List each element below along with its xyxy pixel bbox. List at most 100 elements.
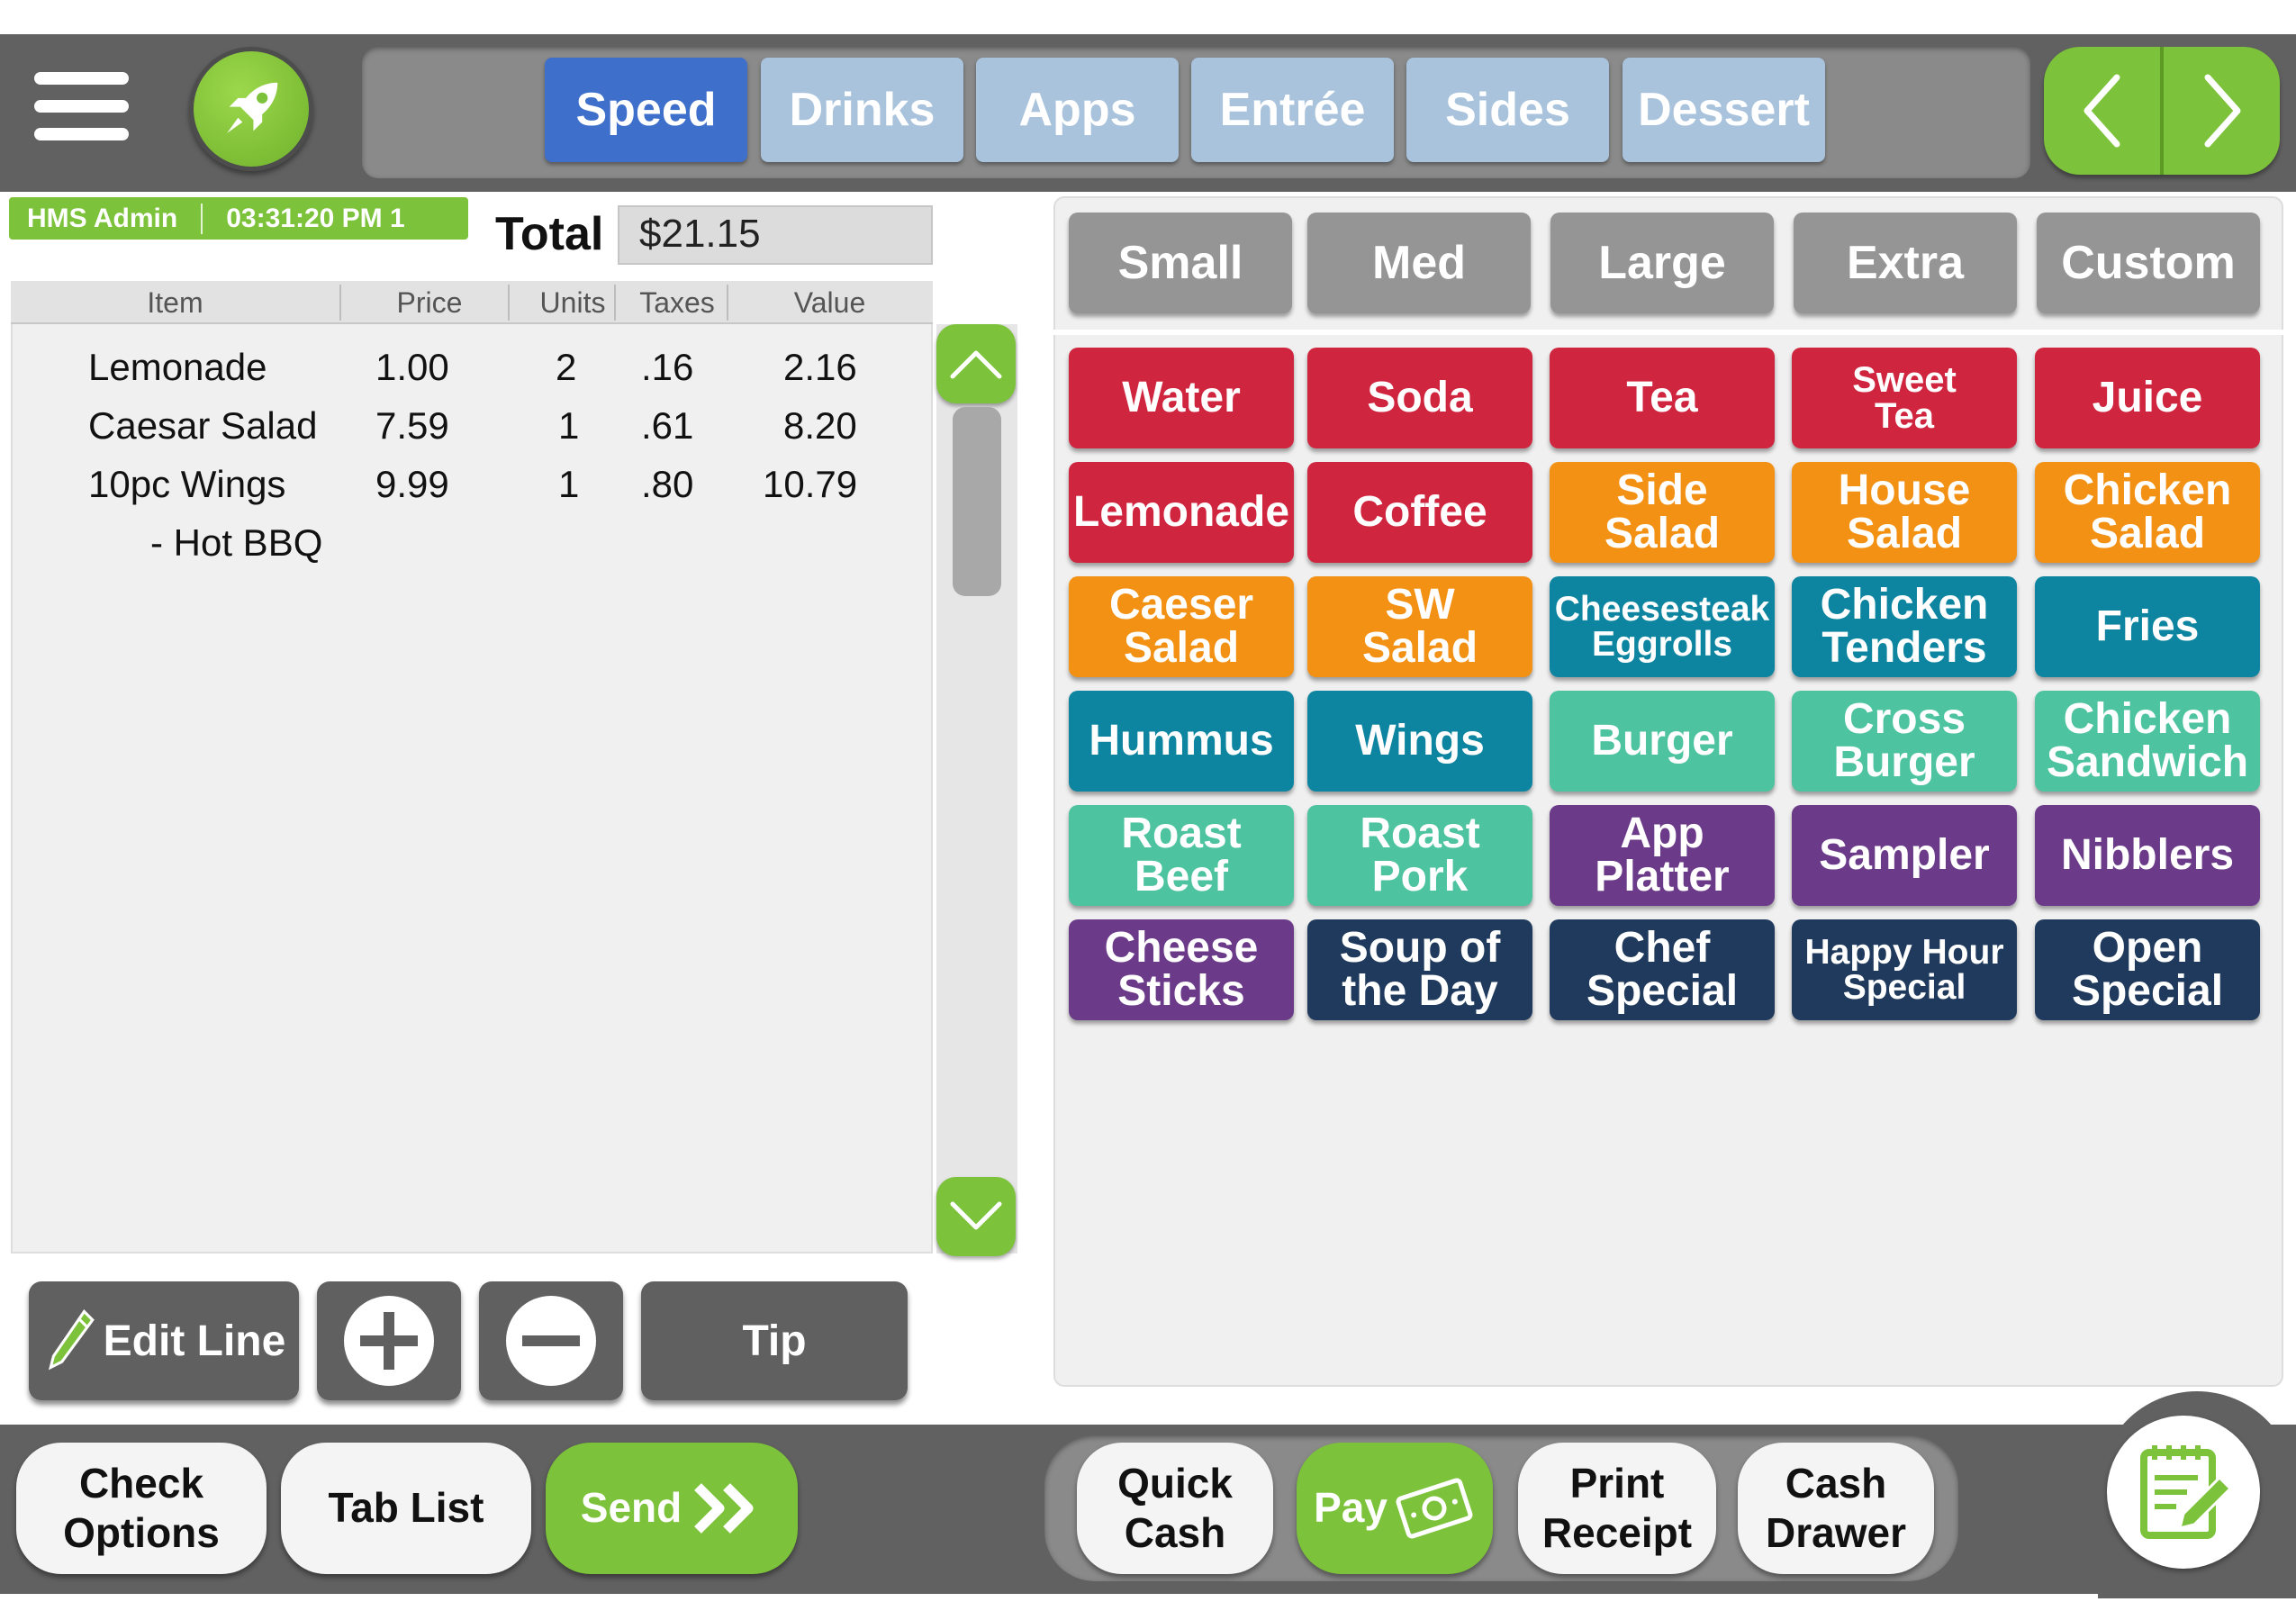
order-line[interactable]: Lemonade 1.00 2 .16 2.16 (11, 346, 929, 398)
menu-item-lemonade[interactable]: Lemonade (1069, 462, 1294, 563)
scroll-up-button[interactable] (936, 324, 1016, 403)
total-value: $21.15 (618, 205, 933, 265)
pay-label: Pay (1314, 1484, 1388, 1532)
menu-item-open-special[interactable]: Open Special (2035, 919, 2260, 1020)
menu-item-tea[interactable]: Tea (1550, 348, 1775, 448)
order-line-value: 2.16 (783, 346, 857, 388)
hamburger-icon[interactable] (34, 72, 129, 144)
scroll-down-button[interactable] (936, 1177, 1016, 1256)
menu-item-soup-of-the-day[interactable]: Soup of the Day (1307, 919, 1532, 1020)
order-line-item: Caesar Salad (88, 404, 318, 447)
menu-item-caeser-salad[interactable]: Caeser Salad (1069, 576, 1294, 677)
menu-item-sweet-tea[interactable]: Sweet Tea (1792, 348, 2017, 448)
menu-item-wings[interactable]: Wings (1307, 691, 1532, 792)
order-line-price: 7.59 (375, 404, 449, 447)
size-med-button[interactable]: Med (1307, 213, 1531, 313)
cash-drawer-button[interactable]: Cash Drawer (1738, 1443, 1934, 1574)
menu-item-side-salad[interactable]: Side Salad (1550, 462, 1775, 563)
scroll-thumb[interactable] (953, 407, 1001, 596)
double-chevron-right-icon (694, 1483, 754, 1534)
menu-item-fries[interactable]: Fries (2035, 576, 2260, 677)
order-line-price: 1.00 (375, 346, 449, 388)
tip-label: Tip (742, 1317, 807, 1365)
total-label: Total (495, 208, 604, 260)
size-custom-button[interactable]: Custom (2037, 213, 2260, 313)
order-line-units: 1 (558, 463, 580, 505)
menu-item-sw-salad[interactable]: SW Salad (1307, 576, 1532, 677)
menu-item-water[interactable]: Water (1069, 348, 1294, 448)
check-options-button[interactable]: Check Options (16, 1443, 267, 1574)
order-line-units: 1 (558, 404, 580, 447)
plus-icon (344, 1296, 434, 1386)
notepad-edit-icon[interactable] (2107, 1416, 2260, 1569)
menu-item-cheesesteak-eggrolls[interactable]: Cheesesteak Eggrolls (1550, 576, 1775, 677)
column-item: Item (147, 286, 203, 319)
edit-line-label: Edit Line (103, 1317, 286, 1365)
menu-item-burger[interactable]: Burger (1550, 691, 1775, 792)
rocket-icon[interactable] (189, 47, 313, 171)
quick-cash-button[interactable]: Quick Cash (1077, 1443, 1273, 1574)
decrease-quantity-button[interactable] (479, 1281, 623, 1400)
order-line-value: 8.20 (783, 404, 857, 447)
menu-item-juice[interactable]: Juice (2035, 348, 2260, 448)
size-small-button[interactable]: Small (1069, 213, 1292, 313)
menu-item-cheese-sticks[interactable]: Cheese Sticks (1069, 919, 1294, 1020)
menu-item-chef-special[interactable]: Chef Special (1550, 919, 1775, 1020)
order-line-value: 10.79 (763, 463, 858, 505)
chevron-left-icon[interactable] (2044, 47, 2162, 175)
column-value: Value (793, 286, 866, 319)
column-price: Price (396, 286, 463, 319)
pay-button[interactable]: Pay (1297, 1443, 1493, 1574)
order-line-modifier[interactable]: - Hot BBQ (11, 521, 929, 574)
menu-item-hummus[interactable]: Hummus (1069, 691, 1294, 792)
menu-item-chicken-salad[interactable]: Chicken Salad (2035, 462, 2260, 563)
menu-item-happy-hour-special[interactable]: Happy Hour Special (1792, 919, 2017, 1020)
tab-apps[interactable]: Apps (976, 58, 1179, 162)
tab-drinks[interactable]: Drinks (761, 58, 963, 162)
edit-line-button[interactable]: Edit Line (29, 1281, 299, 1400)
menu-item-chicken-tenders[interactable]: Chicken Tenders (1792, 576, 2017, 677)
menu-item-sampler[interactable]: Sampler (1792, 805, 2017, 906)
menu-item-house-salad[interactable]: House Salad (1792, 462, 2017, 563)
tab-dessert[interactable]: Dessert (1623, 58, 1825, 162)
order-line[interactable]: Caesar Salad 7.59 1 .61 8.20 (11, 404, 929, 457)
order-table-header: Item Price Units Taxes Value (11, 281, 933, 324)
size-extra-button[interactable]: Extra (1794, 213, 2017, 313)
menu-item-soda[interactable]: Soda (1307, 348, 1532, 448)
tip-button[interactable]: Tip (641, 1281, 908, 1400)
status-badge: HMS Admin 03:31:20 PM 1 (9, 197, 468, 240)
pencil-icon (48, 1309, 95, 1371)
order-line-price: 9.99 (375, 463, 449, 505)
order-line-units: 2 (556, 346, 577, 388)
menu-item-roast-beef[interactable]: Roast Beef (1069, 805, 1294, 906)
status-divider (201, 203, 203, 234)
panel-divider (1053, 330, 2283, 335)
order-line-taxes: .16 (641, 346, 694, 388)
cash-icon (1396, 1478, 1473, 1539)
tab-speed[interactable]: Speed (545, 58, 747, 162)
column-taxes: Taxes (639, 286, 715, 319)
menu-item-nibblers[interactable]: Nibblers (2035, 805, 2260, 906)
tab-list-button[interactable]: Tab List (281, 1443, 531, 1574)
minus-icon (506, 1296, 596, 1386)
modifier-text: - Hot BBQ (150, 521, 323, 564)
menu-item-chicken-sandwich[interactable]: Chicken Sandwich (2035, 691, 2260, 792)
order-line-item: Lemonade (88, 346, 267, 388)
menu-item-roast-pork[interactable]: Roast Pork (1307, 805, 1532, 906)
order-line-taxes: .61 (641, 404, 694, 447)
order-line[interactable]: 10pc Wings 9.99 1 .80 10.79 (11, 463, 929, 515)
order-line-item: 10pc Wings (88, 463, 286, 505)
page-nav-arrows (2044, 47, 2280, 175)
increase-quantity-button[interactable] (317, 1281, 461, 1400)
size-large-button[interactable]: Large (1550, 213, 1774, 313)
chevron-right-icon[interactable] (2162, 47, 2280, 175)
order-line-taxes: .80 (641, 463, 694, 505)
print-receipt-button[interactable]: Print Receipt (1518, 1443, 1716, 1574)
menu-item-cross-burger[interactable]: Cross Burger (1792, 691, 2017, 792)
menu-item-coffee[interactable]: Coffee (1307, 462, 1532, 563)
send-button[interactable]: Send (546, 1443, 798, 1574)
tab-sides[interactable]: Sides (1406, 58, 1609, 162)
menu-item-app-platter[interactable]: App Platter (1550, 805, 1775, 906)
tab-entree[interactable]: Entrée (1191, 58, 1394, 162)
clock: 03:31:20 PM 1 (226, 203, 405, 233)
